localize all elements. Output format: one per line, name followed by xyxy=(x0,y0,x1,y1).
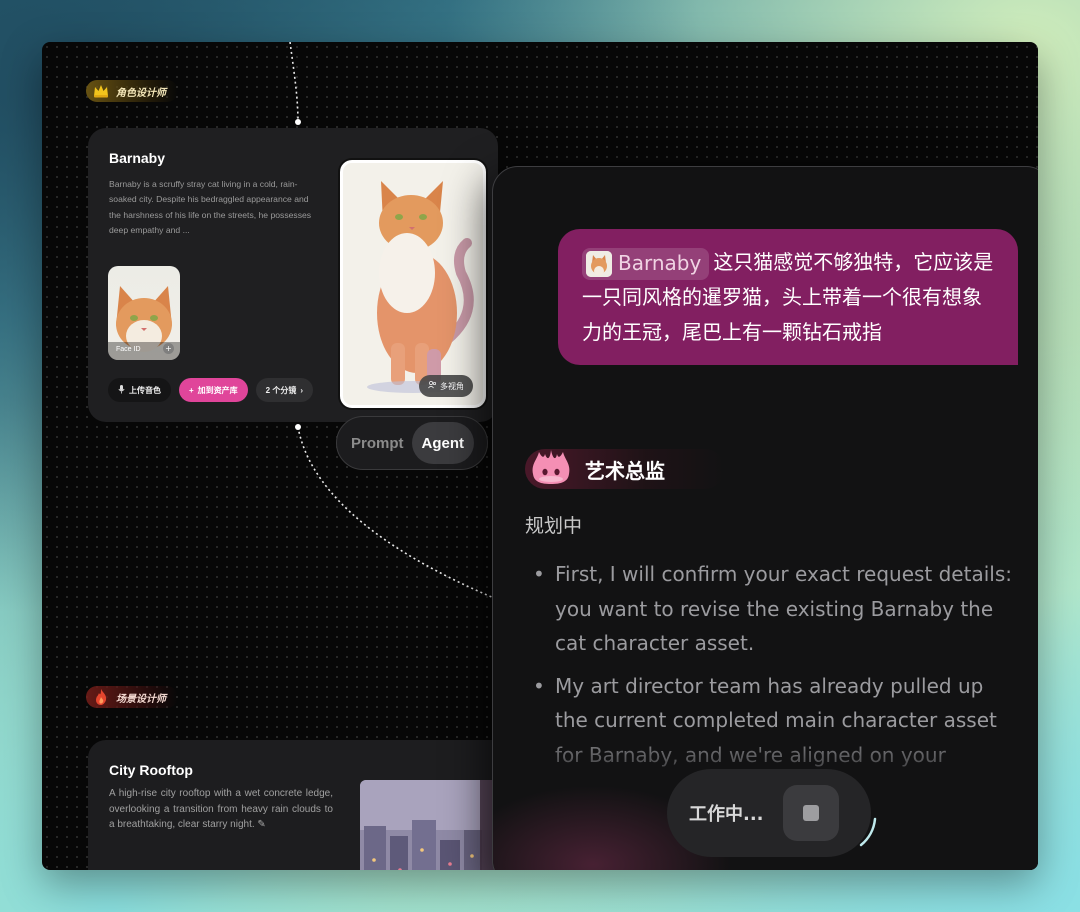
multi-view-label: 多视角 xyxy=(440,381,464,391)
microphone-icon xyxy=(118,384,125,396)
scene-name: City Rooftop xyxy=(109,762,193,778)
working-status-bar: 工作中... xyxy=(667,769,877,857)
add-to-assets-label: 加到资产库 xyxy=(197,385,238,395)
shots-button[interactable]: 2 个分镜 › xyxy=(255,378,314,402)
connector-top xyxy=(289,42,299,123)
agent-header: 艺术总监 xyxy=(525,449,725,489)
workflow-canvas[interactable]: 角色设计师 Barnaby Barnaby is a scruffy stray… xyxy=(42,42,1038,870)
mention-name: Barnaby xyxy=(618,251,702,275)
plan-item: First, I will confirm your exact request… xyxy=(533,557,1013,661)
upload-voice-label: 上传音色 xyxy=(129,385,161,395)
user-message-bubble: Barnaby 这只猫感觉不够独特，它应该是一只同风格的暹罗猫，头上带着一个很有… xyxy=(558,229,1018,365)
character-designer-label: 角色设计师 xyxy=(116,87,166,99)
character-full-body-image[interactable]: 多视角 xyxy=(340,160,486,408)
mention-chip[interactable]: Barnaby xyxy=(582,247,710,280)
connector-node-bottom xyxy=(295,424,301,430)
progress-ring-icon xyxy=(859,817,877,847)
edit-icon[interactable]: ✎ xyxy=(257,819,265,830)
agent-status: 规划中 xyxy=(525,515,583,537)
crown-icon xyxy=(92,82,110,100)
add-to-assets-button[interactable]: + 加到资产库 xyxy=(179,378,248,402)
mention-avatar xyxy=(586,250,612,277)
face-id-label: Face ID xyxy=(116,346,141,353)
cat-illustration xyxy=(367,181,474,393)
flame-icon xyxy=(92,688,110,706)
scene-description: A high-rise city rooftop with a wet conc… xyxy=(109,788,333,830)
shots-label: 2 个分镜 xyxy=(265,385,297,395)
fire-mascot-icon xyxy=(529,448,573,490)
add-face-icon[interactable]: + xyxy=(163,343,174,354)
character-designer-tag: 角色设计师 xyxy=(86,80,178,102)
city-rooftop-image xyxy=(360,780,510,870)
connector-node-top xyxy=(295,119,301,125)
mode-option-agent[interactable]: Agent xyxy=(411,422,474,464)
mode-option-prompt[interactable]: Prompt xyxy=(351,435,404,452)
face-id-thumbnail[interactable]: Face ID + xyxy=(108,266,180,360)
scene-designer-tag: 场景设计师 xyxy=(86,686,178,708)
mode-toggle[interactable]: Prompt Agent xyxy=(336,416,488,470)
multi-view-button[interactable]: 多视角 xyxy=(419,375,473,397)
scene-designer-label: 场景设计师 xyxy=(116,693,166,705)
scene-image[interactable] xyxy=(360,780,510,870)
agent-chat-panel: Barnaby 这只猫感觉不够独特，它应该是一只同风格的暹罗猫，头上带着一个很有… xyxy=(492,166,1038,870)
upload-voice-button[interactable]: 上传音色 xyxy=(108,378,171,402)
people-icon xyxy=(428,381,437,391)
character-description: Barnaby is a scruffy stray cat living in… xyxy=(109,179,312,235)
character-name: Barnaby xyxy=(109,150,166,166)
plus-icon: + xyxy=(189,385,194,395)
chevron-right-icon: › xyxy=(300,385,304,395)
working-label: 工作中... xyxy=(689,804,764,825)
agent-name: 艺术总监 xyxy=(585,458,665,483)
